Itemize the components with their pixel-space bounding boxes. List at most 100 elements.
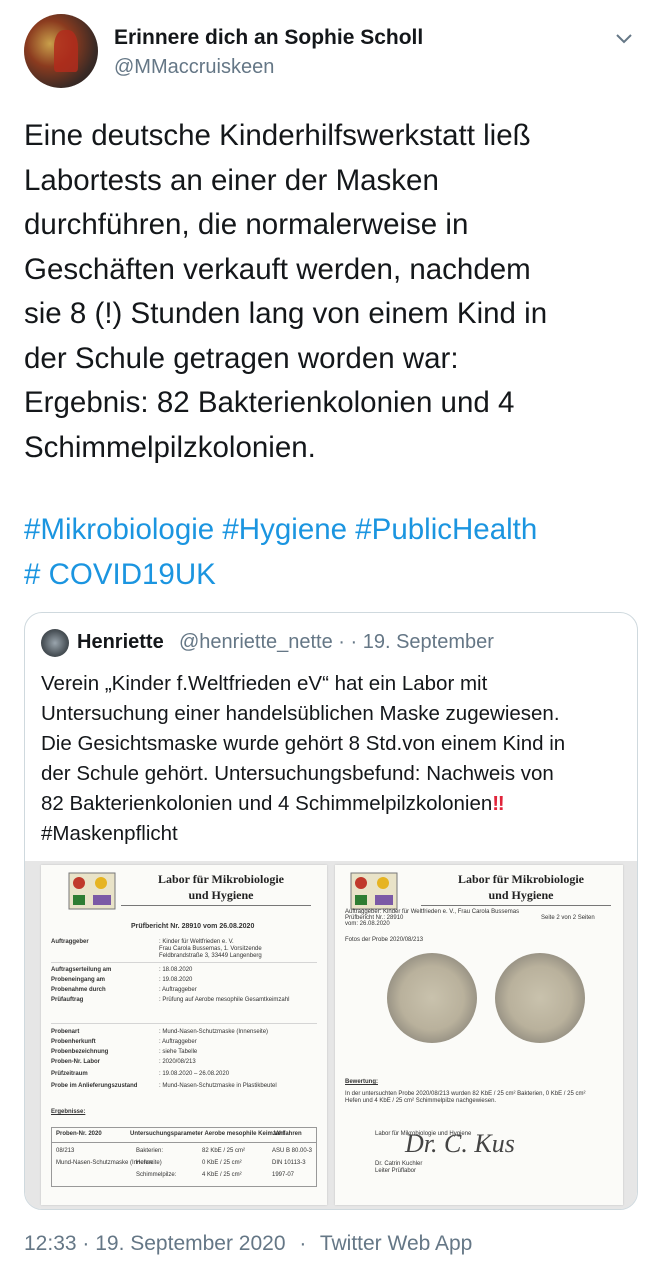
- results-table: Proben-Nr. 2020 Untersuchungsparameter A…: [51, 1127, 317, 1187]
- meta-separator: ·: [299, 1232, 307, 1255]
- row-label: Auftraggeber: [51, 939, 89, 945]
- row-value: : Kinder für Weltfrieden e. V.: [159, 939, 234, 945]
- row-value: Frau Carola Bussemas, 1. Vorsitzende: [159, 946, 262, 952]
- lab-logo-icon: [68, 872, 116, 910]
- row-value: Feldbrandstraße 3, 33449 Langenberg: [159, 953, 262, 959]
- row-label: Auftragserteilung am: [51, 967, 112, 973]
- row-label: Prüfzeitraum: [51, 1071, 88, 1077]
- assessment-text: In der untersuchten Probe 2020/08/213 wu…: [345, 1091, 586, 1097]
- quoted-text-line5: 82 Bakterienkolonien und 4 Schimmelpilzk…: [41, 792, 493, 815]
- row-value: : Auftraggeber: [159, 1039, 197, 1045]
- table-cell: Bakterien:: [136, 1148, 164, 1154]
- tweet-text: Eine deutsche Kinderhilfswerkstatt ließ …: [24, 114, 644, 470]
- lab-report-page-2[interactable]: Labor für Mikrobiologie und Hygiene Auft…: [335, 865, 623, 1205]
- row-value: : siehe Tabelle: [159, 1049, 198, 1055]
- tweet-header: Erinnere dich an Sophie Scholl @MMaccrui…: [24, 14, 644, 94]
- results-label: Ergebnisse:: [51, 1109, 86, 1115]
- divider: [52, 1142, 316, 1143]
- petri-dish-photo: [387, 953, 477, 1043]
- report-title: Prüfbericht Nr. 28910 vom 26.08.2020: [131, 923, 255, 930]
- quoted-display-name: Henriette: [77, 631, 164, 653]
- lab-title: Labor für Mikrobiologie und Hygiene: [421, 871, 621, 903]
- tweet-text-line: sie 8 (!) Stunden lang von einem Kind in: [24, 297, 548, 330]
- assessment-label: Bewertung:: [345, 1079, 378, 1085]
- tweet-text-line: Geschäften verkauft werden, nachdem: [24, 252, 531, 286]
- timestamp[interactable]: 12:33 · 19. September 2020: [24, 1232, 286, 1255]
- display-name[interactable]: Erinnere dich an Sophie Scholl: [114, 26, 423, 50]
- table-cell: 82 KbE / 25 cm²: [202, 1148, 246, 1154]
- row-value: : Mund-Nasen-Schutzmaske in Plastikbeute…: [159, 1083, 277, 1089]
- quoted-text-line: der Schule gehört. Untersuchungsbefund: …: [41, 762, 554, 785]
- divider: [121, 905, 311, 906]
- tweet-text-line: Schimmelpilzkolonien.: [24, 430, 316, 464]
- signature: Dr. C. Kus: [405, 1129, 515, 1158]
- page-line: Seite 2 von 2 Seiten: [541, 915, 595, 921]
- row-label: Probenart: [51, 1029, 80, 1035]
- quoted-handle-date: @henriette_nette · · 19. September: [179, 631, 494, 653]
- table-cell: Hefen:: [136, 1160, 154, 1166]
- signer-role: Leiter Prüflabor: [375, 1168, 417, 1174]
- source-app[interactable]: Twitter Web App: [320, 1232, 473, 1255]
- double-exclamation-icon: ‼: [492, 792, 505, 815]
- quoted-avatar: [41, 629, 69, 657]
- table-cell: DIN 10113-3: [272, 1160, 306, 1166]
- chevron-down-icon[interactable]: [614, 28, 634, 48]
- row-label: Probe im Anlieferungszustand: [51, 1083, 138, 1089]
- row-value: : 19.08.2020: [159, 977, 193, 983]
- row-value: : Prüfung auf Aerobe mesophile Gesamtkei…: [159, 997, 290, 1003]
- quoted-text-line: 82 Bakterienkolonien und 4 Schimmelpilzk…: [41, 789, 631, 819]
- lab-report-page-1[interactable]: Labor für Mikrobiologie und Hygiene Prüf…: [41, 865, 327, 1205]
- lab-logo-icon: [350, 872, 398, 910]
- table-cell: 4 KbE / 25 cm²: [202, 1172, 242, 1178]
- photo-label: Fotos der Probe 2020/08/213: [345, 937, 424, 943]
- table-cell: 1997-07: [272, 1172, 295, 1178]
- quoted-tweet-card[interactable]: Henriette @henriette_nette · · 19. Septe…: [24, 612, 638, 1210]
- user-handle[interactable]: @MMaccruiskeen: [114, 56, 274, 79]
- table-cell: 0 KbE / 25 cm²: [202, 1160, 242, 1166]
- divider: [51, 1023, 317, 1024]
- tweet-text-line: Eine deutsche Kinderhilfswerkstatt ließ: [24, 119, 531, 152]
- lab-title-line: und Hygiene: [488, 888, 554, 902]
- lab-title-line: Labor für Mikrobiologie: [157, 872, 284, 886]
- quoted-text-line: Untersuchung einer handelsüblichen Maske…: [41, 702, 560, 725]
- row-value: : Mund-Nasen-Schutzmaske (Innenseite): [159, 1029, 269, 1035]
- row-label: Probeneingang am: [51, 977, 106, 983]
- row-value: : 2020/08/213: [159, 1059, 196, 1065]
- row-value: : 19.08.2020 – 26.08.2020: [159, 1071, 230, 1077]
- tweet-text-line: durchführen, die normalerweise in: [24, 208, 469, 241]
- date-line: vom: 26.08.2020: [345, 921, 390, 927]
- avatar[interactable]: [24, 14, 98, 88]
- hashtag-link[interactable]: #Mikrobiologie #Hygiene #PublicHealth: [24, 508, 644, 553]
- tweet-text-line: Ergebnis: 82 Bakterienkolonien und 4: [24, 386, 515, 419]
- tweet-meta: 12:33 · 19. September 2020 · Twitter Web…: [24, 1232, 472, 1256]
- hashtag-link[interactable]: # COVID19UK: [24, 553, 644, 598]
- table-header: Proben-Nr. 2020: [56, 1131, 102, 1137]
- row-label: Prüfauftrag: [51, 997, 84, 1003]
- lab-title-line: und Hygiene: [188, 888, 254, 902]
- row-label: Probenherkunft: [51, 1039, 96, 1045]
- tweet-text-line: Labortests an einer der Masken: [24, 163, 439, 197]
- row-label: Proben-Nr. Labor: [51, 1059, 101, 1065]
- quoted-hashtag: #Maskenpflicht: [41, 822, 178, 845]
- row-label: Probenahme durch: [51, 987, 106, 993]
- row-value: : Auftraggeber: [159, 987, 197, 993]
- quoted-tweet-text: Verein „Kinder f.Weltfrieden eV“ hat ein…: [41, 669, 631, 849]
- row-value: : 18.08.2020: [159, 967, 193, 973]
- quoted-media[interactable]: Labor für Mikrobiologie und Hygiene Prüf…: [25, 861, 637, 1209]
- table-cell: 08/213: [56, 1148, 75, 1154]
- petri-dish-photo: [495, 953, 585, 1043]
- divider: [51, 962, 317, 963]
- hashtags: #Mikrobiologie #Hygiene #PublicHealth # …: [24, 508, 644, 597]
- table-cell: Schimmelpilze:: [136, 1172, 177, 1178]
- table-header: Verfahren: [274, 1131, 302, 1137]
- lab-title-line: Labor für Mikrobiologie: [457, 872, 584, 886]
- tweet-text-line: der Schule getragen worden war:: [24, 341, 459, 375]
- table-header: Untersuchungsparameter Aerobe mesophile …: [130, 1131, 285, 1137]
- signer-name: Dr. Catrin Kuchler: [375, 1161, 423, 1167]
- quoted-text-line: Verein „Kinder f.Weltfrieden eV“ hat ein…: [41, 672, 488, 695]
- lab-title: Labor für Mikrobiologie und Hygiene: [121, 871, 321, 903]
- divider: [421, 905, 611, 906]
- row-label: Probenbezeichnung: [51, 1049, 109, 1055]
- quoted-text-line: Die Gesichtsmaske wurde gehört 8 Std.von…: [41, 732, 566, 755]
- assessment-text: Hefen und 4 KbE / 25 cm² Schimmelpilze n…: [345, 1098, 497, 1104]
